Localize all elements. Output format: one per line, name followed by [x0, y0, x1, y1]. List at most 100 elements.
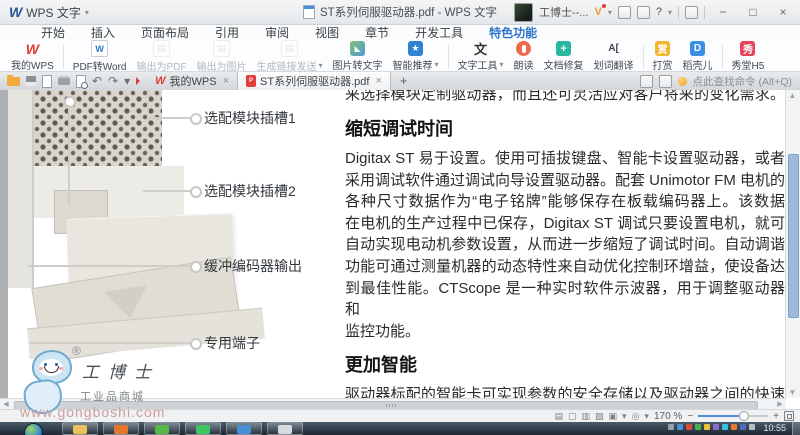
tray-icon-3[interactable] — [686, 424, 692, 430]
chevron-down-icon[interactable]: ▾ — [622, 411, 627, 421]
taskbar-clock[interactable]: 10:55 — [759, 422, 792, 433]
tray-icon-10[interactable] — [749, 424, 755, 430]
wps-menu-button[interactable]: W WPS 文字 ▾ — [0, 4, 89, 21]
chevron-down-icon[interactable]: ▾ — [644, 411, 649, 421]
docer-button[interactable]: D稻壳儿 — [678, 41, 718, 72]
vertical-scrollbar[interactable]: ▲ ▼ — [785, 90, 800, 398]
collapse-ribbon-icon[interactable] — [685, 6, 698, 19]
print-preview-button[interactable] — [76, 75, 86, 88]
fit-screen-icon[interactable] — [784, 411, 794, 421]
tray-icon-7[interactable] — [722, 424, 728, 430]
tray-icon-2[interactable] — [677, 424, 683, 430]
undo-button[interactable]: ↶ — [92, 75, 102, 87]
skin-icon[interactable] — [637, 6, 650, 19]
tabbar-extra-icon-2[interactable] — [659, 75, 672, 88]
callout-label: 选配模块插槽1 — [204, 108, 296, 128]
taskbar-wechat[interactable] — [185, 422, 221, 435]
smart-recommend-icon: ★ — [408, 41, 423, 56]
close-button[interactable]: × — [771, 1, 795, 23]
read-aloud-button[interactable]: 朗读 — [509, 41, 539, 72]
zoom-in-button[interactable]: + — [773, 411, 779, 422]
body-text-line: 采用调试软件通过调试向导设置驱动器。配套 Unimotor FM 电机的 — [345, 170, 785, 192]
ribbon-tab-developer[interactable]: 开发工具 — [402, 25, 476, 42]
save-button[interactable] — [26, 76, 36, 86]
tabbar-extra-icon-1[interactable] — [640, 75, 653, 88]
body-text-line: 监控功能。 — [345, 321, 785, 343]
export-image-label: 输出为图片 — [197, 58, 247, 73]
tray-icon-1[interactable] — [668, 424, 674, 430]
tray-icon-6[interactable] — [713, 424, 719, 430]
zoom-slider-thumb[interactable] — [739, 411, 749, 421]
pinned-flag-icon[interactable] — [136, 77, 140, 85]
word-translate-icon: A[ — [606, 41, 621, 56]
close-tab-icon[interactable]: × — [221, 75, 229, 87]
system-tray — [668, 422, 759, 430]
print-layout-view-icon[interactable]: ▤ — [554, 411, 563, 421]
tray-icon-9[interactable] — [740, 424, 746, 430]
docer-label: 稻壳儿 — [683, 57, 713, 72]
help-button[interactable]: ? — [656, 6, 662, 18]
chevron-down-icon[interactable]: ▾ — [668, 8, 672, 17]
callout-label: 缓冲编码器输出 — [204, 256, 302, 276]
chevron-down-icon[interactable]: ▾ — [608, 8, 612, 17]
close-tab-icon[interactable]: × — [373, 75, 381, 87]
book-page-icon[interactable]: ▣ — [609, 411, 618, 421]
open-button[interactable] — [7, 77, 20, 86]
scroll-up-arrow[interactable]: ▲ — [786, 91, 799, 100]
select-tool-icon[interactable]: ◎ — [632, 411, 640, 421]
export-button[interactable] — [42, 75, 52, 88]
tab-my-wps[interactable]: W我的WPS× — [147, 72, 237, 90]
new-tab-button[interactable]: + — [391, 72, 417, 90]
tab-document[interactable]: PST系列伺服驱动器.pdf× — [237, 72, 391, 90]
toolbar-separator — [643, 45, 644, 69]
image-to-text-button[interactable]: ◣图片转文字 — [328, 41, 388, 72]
vip-badge[interactable]: V — [595, 6, 602, 18]
avatar[interactable] — [514, 3, 533, 22]
reward-label: 打赏 — [653, 57, 673, 72]
taskbar-app-blue[interactable] — [226, 422, 262, 435]
xiutang-h5-button[interactable]: 秀秀堂H5 — [727, 41, 770, 72]
export-image-button: ▤输出为图片 — [192, 40, 252, 73]
message-center-icon[interactable] — [618, 6, 631, 19]
body-text-line: 来选择模块定制驱动器，而且还可灵活应对客户将来的变化需求。 — [345, 90, 785, 106]
chevron-down-icon: ▾ — [500, 60, 504, 69]
ribbon-tab-special-features[interactable]: 特色功能 — [476, 25, 550, 42]
zoom-slider[interactable] — [698, 415, 768, 417]
wps-window: W WPS 文字 ▾ ST系列伺服驱动器.pdf - WPS 文字 工博士--.… — [0, 0, 800, 435]
word-translate-button[interactable]: A[划词翻译 — [589, 41, 639, 72]
pdf-to-word-button[interactable]: WPDF转Word — [68, 40, 132, 73]
web-layout-view-icon[interactable]: ▥ — [581, 411, 590, 421]
vertical-scroll-thumb[interactable] — [788, 154, 799, 318]
registered-mark: ® — [72, 344, 81, 358]
text-tools-button[interactable]: 文文字工具▾ — [453, 41, 509, 72]
scroll-down-arrow[interactable]: ▼ — [786, 388, 799, 397]
minimize-button[interactable]: − — [711, 1, 735, 23]
fullscreen-view-icon[interactable]: ▢ — [568, 411, 577, 421]
tab-my-wps-label: 我的WPS — [170, 73, 217, 89]
ribbon-tab-section[interactable]: 章节 — [352, 25, 402, 42]
word-translate-label: 划词翻译 — [594, 57, 634, 72]
redo-button[interactable]: ↷ — [108, 75, 118, 87]
outline-view-icon[interactable]: ▧ — [595, 411, 604, 421]
tray-icon-4[interactable] — [695, 424, 701, 430]
body-text-line: Digitax ST 易于设置。使用可插拔键盘、智能卡设置驱动器，或者 — [345, 148, 785, 170]
my-wps-button[interactable]: W我的WPS — [6, 41, 59, 72]
zoom-slider-fill — [698, 415, 739, 417]
doc-repair-button[interactable]: +文档修复 — [539, 41, 589, 72]
account-name[interactable]: 工博士--... — [539, 4, 589, 20]
customize-quickbar-button[interactable]: ▾ — [124, 75, 130, 87]
reward-button[interactable]: 赏打赏 — [648, 41, 678, 72]
tray-icon-5[interactable] — [704, 424, 710, 430]
taskbar-photo-viewer[interactable] — [267, 422, 303, 435]
smart-recommend-button[interactable]: ★智能推荐▾ — [388, 41, 444, 72]
show-desktop-button[interactable] — [792, 422, 800, 435]
print-button[interactable] — [58, 78, 70, 85]
my-wps-icon: W — [25, 41, 40, 56]
section-heading-2: 更加智能 — [345, 351, 785, 377]
tab-document-label: ST系列伺服驱动器.pdf — [260, 73, 369, 89]
tray-icon-8[interactable] — [731, 424, 737, 430]
zoom-out-button[interactable]: − — [687, 411, 693, 422]
maximize-button[interactable]: □ — [741, 1, 765, 23]
command-search-hint[interactable]: 点此查找命令 (Alt+Q) — [693, 74, 792, 89]
watermark-url: www.gongboshi.com — [20, 404, 165, 420]
